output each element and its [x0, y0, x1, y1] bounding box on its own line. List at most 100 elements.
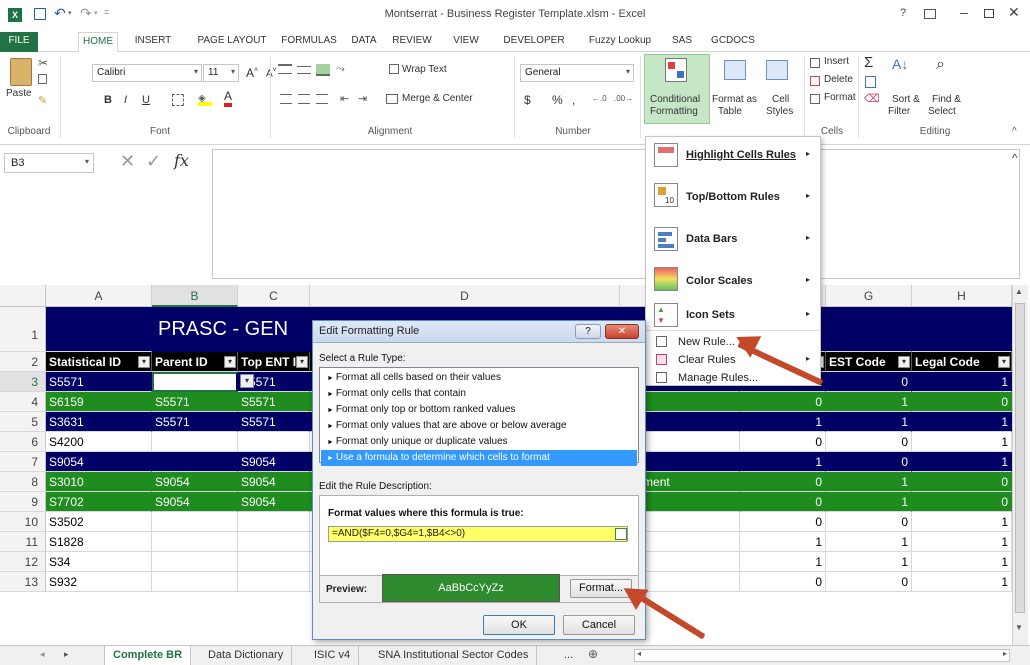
- scroll-thumb[interactable]: [1015, 303, 1025, 613]
- tab-sas[interactable]: SAS: [664, 32, 700, 52]
- cell-g3[interactable]: 0: [826, 372, 912, 392]
- filter-dropdown-icon[interactable]: ▾: [898, 356, 910, 368]
- cell-c4[interactable]: S5571: [238, 392, 310, 412]
- sheet-tab-isic-v4[interactable]: ISIC v4: [306, 646, 360, 665]
- autosum-icon[interactable]: Σ: [864, 54, 873, 71]
- orientation-icon[interactable]: ⤳: [336, 63, 345, 76]
- new-sheet-icon[interactable]: ⊕: [588, 647, 598, 661]
- scroll-left-icon[interactable]: ◂: [637, 649, 641, 658]
- number-format-select[interactable]: General ▾: [520, 64, 634, 82]
- cell-c8[interactable]: S9054: [238, 472, 310, 492]
- tab-insert[interactable]: INSERT: [128, 32, 178, 52]
- format-painter-icon[interactable]: ✎: [38, 94, 47, 107]
- collapse-ribbon-icon[interactable]: ^: [1012, 126, 1017, 137]
- menu-item-icon-sets[interactable]: ▲ ▼ Icon Sets ▸: [646, 301, 820, 331]
- cut-icon[interactable]: ✂: [38, 56, 48, 70]
- font-name-select[interactable]: Calibri ▾: [92, 64, 202, 82]
- comma-button[interactable]: ,: [572, 93, 575, 107]
- align-bottom-icon[interactable]: [316, 64, 330, 76]
- cell-b6[interactable]: [152, 432, 238, 452]
- decrease-indent-icon[interactable]: ⇤: [340, 92, 349, 105]
- dialog-help-button[interactable]: ?: [575, 324, 601, 339]
- cell-b9[interactable]: S9054: [152, 492, 238, 512]
- rule-type-list[interactable]: ► Format all cells based on their values…: [319, 367, 639, 466]
- cell-c9[interactable]: S9054: [238, 492, 310, 512]
- cell-styles-label-1[interactable]: Cell: [772, 94, 789, 105]
- cell-a9[interactable]: S7702: [46, 492, 152, 512]
- cell-f11[interactable]: 1: [740, 532, 826, 552]
- cell-c7[interactable]: S9054: [238, 452, 310, 472]
- cell-c12[interactable]: [238, 552, 310, 572]
- cell-f5[interactable]: 1: [740, 412, 826, 432]
- tab-home[interactable]: HOME: [78, 32, 118, 52]
- paste-icon[interactable]: [10, 58, 32, 86]
- row-header[interactable]: 3: [0, 372, 46, 392]
- cell-g7[interactable]: 0: [826, 452, 912, 472]
- row-header[interactable]: 12: [0, 552, 46, 572]
- tab-view[interactable]: VIEW: [448, 32, 484, 52]
- menu-item-highlight-cells-rules[interactable]: Highlight Cells Rules ▸: [646, 137, 820, 175]
- align-right-icon[interactable]: [316, 94, 328, 104]
- cell-c5[interactable]: S5571: [238, 412, 310, 432]
- column-header-g[interactable]: G: [826, 285, 912, 307]
- format-as-table-label-2[interactable]: Table: [718, 106, 742, 117]
- cell-b12[interactable]: [152, 552, 238, 572]
- cancel-entry-icon[interactable]: ✕: [120, 151, 135, 172]
- cell-g9[interactable]: 1: [826, 492, 912, 512]
- row-header[interactable]: 13: [0, 572, 46, 592]
- borders-icon[interactable]: [172, 94, 184, 106]
- row-header[interactable]: 8: [0, 472, 46, 492]
- row-header[interactable]: 9: [0, 492, 46, 512]
- tab-file[interactable]: FILE: [0, 32, 38, 52]
- dialog-close-button[interactable]: ✕: [605, 324, 639, 339]
- cell-f6[interactable]: 0: [740, 432, 826, 452]
- cell-a4[interactable]: S6159: [46, 392, 152, 412]
- column-header-a[interactable]: A: [46, 285, 152, 307]
- scroll-up-icon[interactable]: ▲: [1015, 287, 1023, 296]
- sheet-tab-complete-br[interactable]: Complete BR: [104, 646, 192, 665]
- cell-a8[interactable]: S3010: [46, 472, 152, 492]
- rule-type-option[interactable]: ► Use a formula to determine which cells…: [321, 450, 637, 466]
- column-header-h[interactable]: H: [912, 285, 1012, 307]
- sort-filter-label-1[interactable]: Sort &: [892, 94, 920, 105]
- filter-dropdown-icon[interactable]: ▾: [224, 356, 236, 368]
- filter-dropdown-icon[interactable]: ▾: [296, 356, 308, 368]
- cell-b11[interactable]: [152, 532, 238, 552]
- cell-a10[interactable]: S3502: [46, 512, 152, 532]
- merge-center-button[interactable]: Merge & Center: [402, 93, 473, 104]
- horizontal-scrollbar[interactable]: ◂ ▸: [634, 649, 1010, 662]
- row-header[interactable]: 2: [0, 352, 46, 372]
- cell-c10[interactable]: [238, 512, 310, 532]
- cell-a11[interactable]: S1828: [46, 532, 152, 552]
- cell-g10[interactable]: 0: [826, 512, 912, 532]
- copy-icon[interactable]: [38, 74, 47, 84]
- rule-type-option[interactable]: ► Format all cells based on their values: [321, 370, 637, 386]
- cell-h9[interactable]: 0: [912, 492, 1012, 512]
- align-center-icon[interactable]: [298, 94, 310, 104]
- help-button[interactable]: ?: [900, 7, 906, 19]
- sheet-scroll-right-icon[interactable]: ▸: [64, 649, 69, 660]
- format-as-table-label-1[interactable]: Format as: [712, 94, 757, 105]
- cell-a12[interactable]: S34: [46, 552, 152, 572]
- cell-f8[interactable]: 0: [740, 472, 826, 492]
- cell-c11[interactable]: [238, 532, 310, 552]
- insert-function-button[interactable]: fx: [174, 151, 189, 170]
- wrap-text-button[interactable]: Wrap Text: [402, 64, 447, 75]
- row-header[interactable]: 6: [0, 432, 46, 452]
- formula-input-field[interactable]: =AND($F4=0,$G4=1,$B4<>0): [328, 526, 628, 542]
- fill-icon[interactable]: [865, 76, 876, 88]
- collapse-dialog-icon[interactable]: [615, 528, 627, 540]
- column-header-c[interactable]: C: [238, 285, 310, 307]
- ribbon-display-icon[interactable]: [924, 9, 936, 19]
- tab-fuzzy-lookup[interactable]: Fuzzy Lookup: [580, 32, 660, 52]
- bold-icon[interactable]: B: [104, 94, 112, 106]
- expand-formula-bar-icon[interactable]: ^: [1012, 151, 1018, 165]
- row-header[interactable]: 4: [0, 392, 46, 412]
- cell-g6[interactable]: 0: [826, 432, 912, 452]
- row-header[interactable]: 1: [0, 307, 46, 352]
- delete-cells-button[interactable]: Delete: [824, 74, 853, 85]
- column-header-b[interactable]: B: [152, 285, 238, 307]
- cell-h5[interactable]: 1: [912, 412, 1012, 432]
- menu-item-top-bottom-rules[interactable]: 10 Top/Bottom Rules ▸: [646, 175, 820, 219]
- close-button[interactable]: ✕: [1008, 4, 1020, 21]
